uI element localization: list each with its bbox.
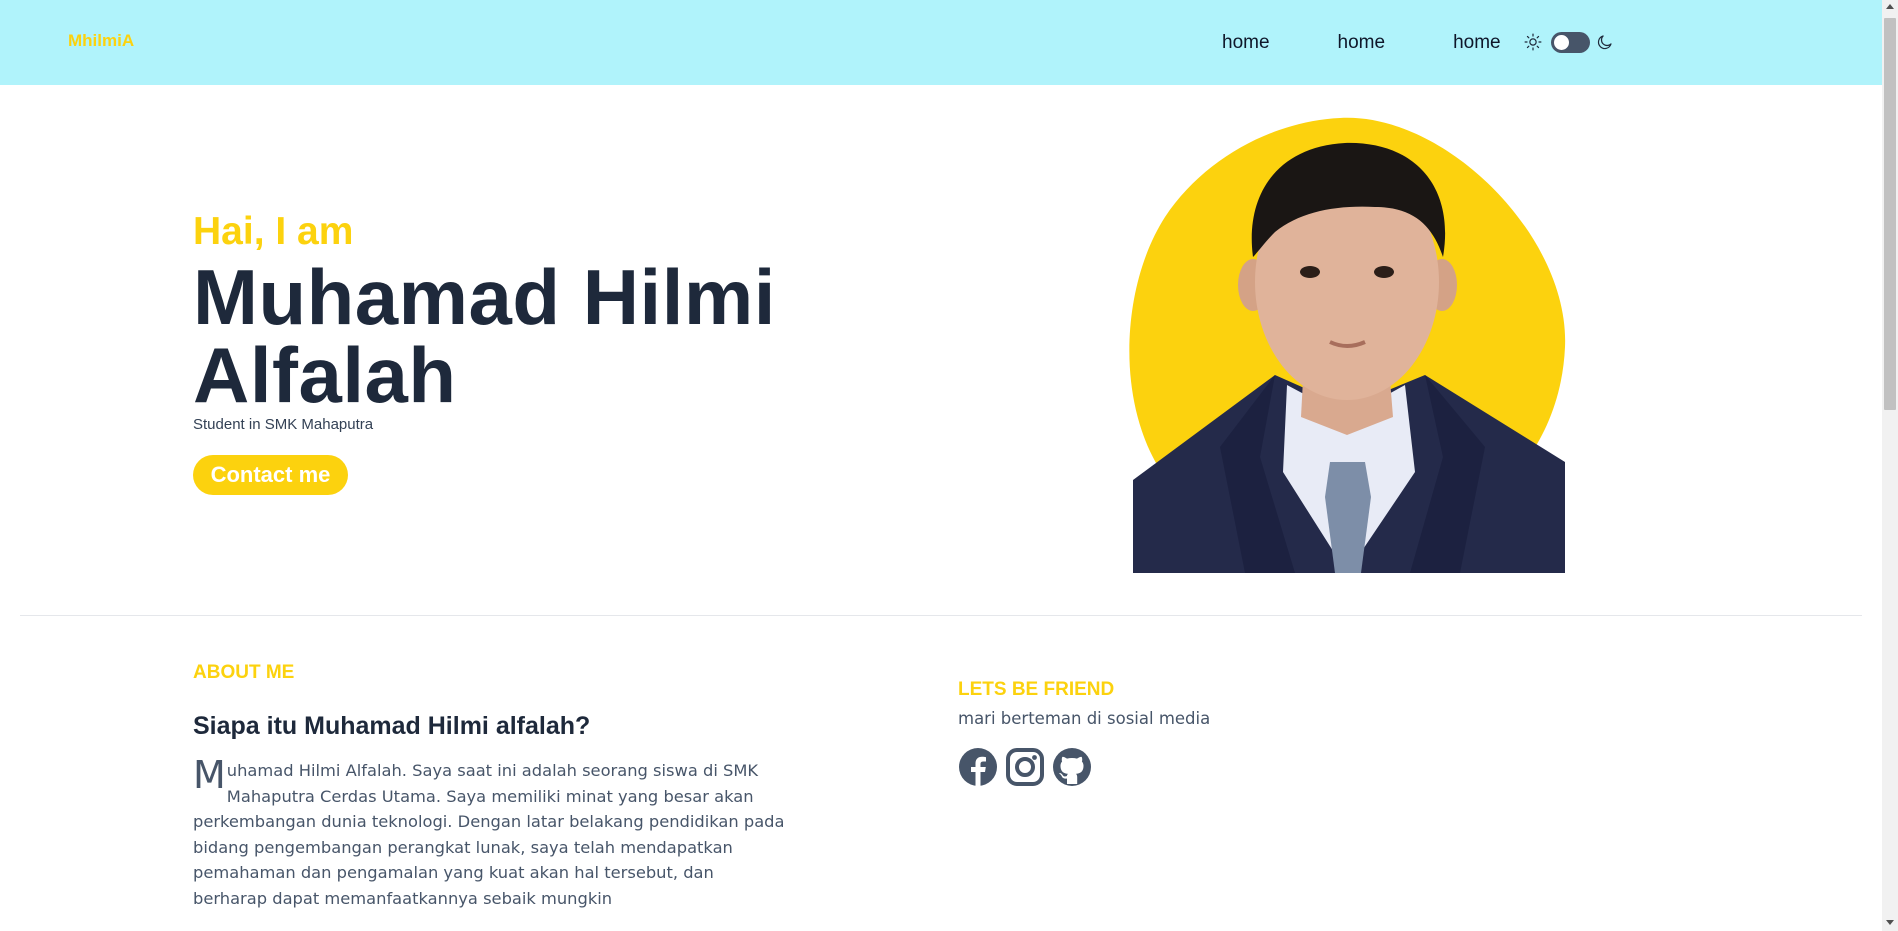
hero-role: Student in SMK Mahaputra xyxy=(193,416,374,433)
scroll-up-arrow-icon[interactable] xyxy=(1886,4,1894,9)
friends-subtitle: mari berteman di sosial media xyxy=(958,709,1211,728)
toggle-knob xyxy=(1554,35,1569,50)
about-text: uhamad Hilmi Alfalah. Saya saat ini adal… xyxy=(193,761,785,908)
sun-icon xyxy=(1524,33,1542,51)
dark-mode-toggle[interactable] xyxy=(1551,32,1590,53)
nav-links: home home home xyxy=(1222,32,1501,54)
instagram-icon[interactable] xyxy=(1005,747,1045,787)
facebook-icon[interactable] xyxy=(958,747,998,787)
nav-link-home-2[interactable]: home xyxy=(1338,32,1386,54)
hero-name: Muhamad Hilmi Alfalah xyxy=(193,253,776,419)
nav-link-home-3[interactable]: home xyxy=(1453,32,1501,54)
scroll-down-arrow-icon[interactable] xyxy=(1886,920,1894,925)
scrollbar-thumb[interactable] xyxy=(1884,18,1896,410)
profile-photo xyxy=(1129,117,1566,573)
about-title: Siapa itu Muhamad Hilmi alfalah? xyxy=(193,712,591,740)
github-icon[interactable] xyxy=(1052,747,1092,787)
about-body: Muhamad Hilmi Alfalah. Saya saat ini ada… xyxy=(193,753,793,911)
navbar: MhilmiA home home home xyxy=(0,0,1882,85)
vertical-scrollbar[interactable] xyxy=(1882,0,1898,931)
contact-me-button[interactable]: Contact me xyxy=(193,455,348,495)
dropcap-letter: M xyxy=(193,753,226,797)
brand-logo[interactable]: MhilmiA xyxy=(68,31,134,51)
nav-link-home[interactable]: home xyxy=(1222,32,1270,54)
section-divider xyxy=(20,615,1862,616)
moon-icon xyxy=(1597,35,1612,50)
about-label: ABOUT ME xyxy=(193,662,295,683)
friends-label: LETS BE FRIEND xyxy=(958,679,1115,700)
hero-greeting: Hai, I am xyxy=(193,210,354,253)
